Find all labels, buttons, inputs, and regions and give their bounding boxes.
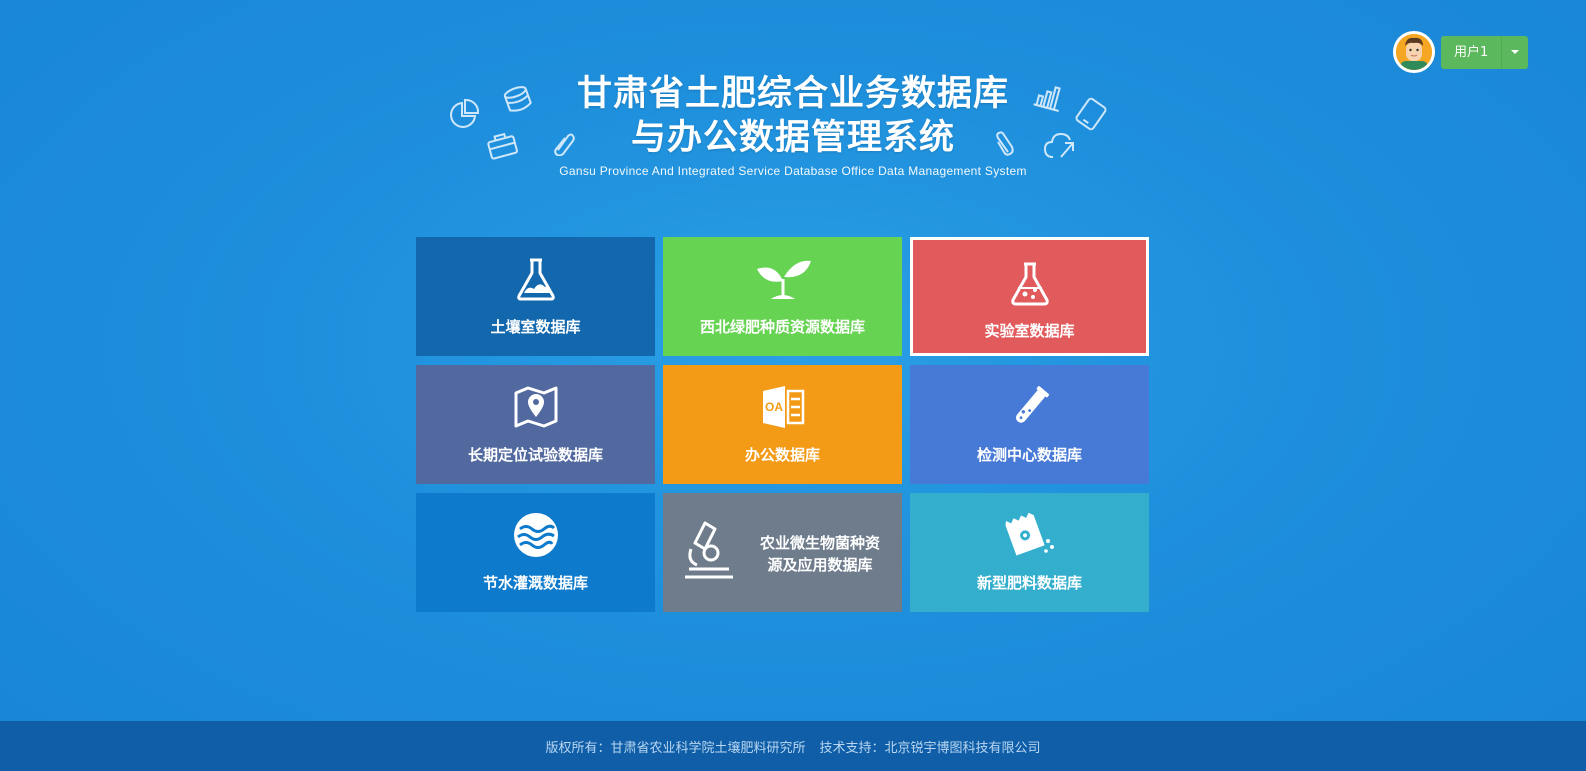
user-dropdown-toggle[interactable]	[1501, 35, 1529, 69]
tile-label: 节水灌溉数据库	[482, 574, 588, 592]
lab-flask-icon	[1010, 262, 1049, 306]
footer-copyright: 版权所有：甘肃省农业科学院土壤肥料研究所	[545, 740, 806, 756]
tile-label: 实验室数据库	[984, 322, 1075, 340]
tile-label: 检测中心数据库	[976, 446, 1082, 464]
system-title: 甘肃省土肥综合业务数据库 与办公数据管理系统 Gansu Province An…	[0, 72, 1586, 178]
tile-long-term-trial-db[interactable]: 长期定位试验数据库	[416, 365, 655, 484]
tile-green-manure-db[interactable]: 西北绿肥种质资源数据库	[663, 237, 902, 356]
title-line-2: 与办公数据管理系统	[630, 118, 955, 158]
test-tube-icon	[1015, 386, 1049, 423]
subtitle: Gansu Province And Integrated Service Da…	[559, 164, 1027, 178]
water-icon	[513, 513, 558, 557]
tile-label: 办公数据库	[744, 446, 820, 464]
tile-label: 西北绿肥种质资源数据库	[699, 318, 865, 336]
tile-laboratory-db[interactable]: 实验室数据库	[910, 237, 1149, 356]
tile-label: 新型肥料数据库	[976, 574, 1082, 592]
user-avatar-icon	[1396, 34, 1432, 70]
flask-icon	[516, 258, 555, 301]
map-pin-icon	[514, 386, 557, 428]
tile-microbial-strain-db[interactable]: 农业微生物菌种资 源及应用数据库	[663, 493, 902, 612]
tile-label: 农业微生物菌种资 源及应用数据库	[759, 534, 880, 574]
oa-icon: OA	[762, 386, 804, 428]
user-button[interactable]: 用户1	[1441, 35, 1502, 69]
user-menu: 用户1	[1393, 31, 1529, 73]
sprout-icon	[756, 260, 811, 299]
avatar[interactable]	[1393, 31, 1435, 73]
caret-down-icon	[1511, 50, 1520, 54]
tile-new-fertilizer-db[interactable]: 新型肥料数据库	[910, 493, 1149, 612]
tile-testing-center-db[interactable]: 检测中心数据库	[910, 365, 1149, 484]
footer-support: 技术支持：北京锐宇博图科技有限公司	[819, 740, 1041, 756]
tile-office-db[interactable]: OA 办公数据库	[663, 365, 902, 484]
tile-soil-lab-db[interactable]: 土壤室数据库	[416, 237, 655, 356]
microscope-icon	[685, 521, 733, 579]
tile-water-saving-irrigation-db[interactable]: 节水灌溉数据库	[416, 493, 655, 612]
footer: 版权所有：甘肃省农业科学院土壤肥料研究所 技术支持：北京锐宇博图科技有限公司	[0, 721, 1586, 771]
fertilizer-bag-icon	[1004, 512, 1054, 556]
svg-text:OA: OA	[765, 400, 783, 414]
user-dropdown: 用户1	[1441, 35, 1529, 69]
tile-label: 土壤室数据库	[490, 318, 581, 336]
title-line-1: 甘肃省土肥综合业务数据库	[576, 74, 1009, 114]
tile-label: 长期定位试验数据库	[467, 446, 603, 464]
